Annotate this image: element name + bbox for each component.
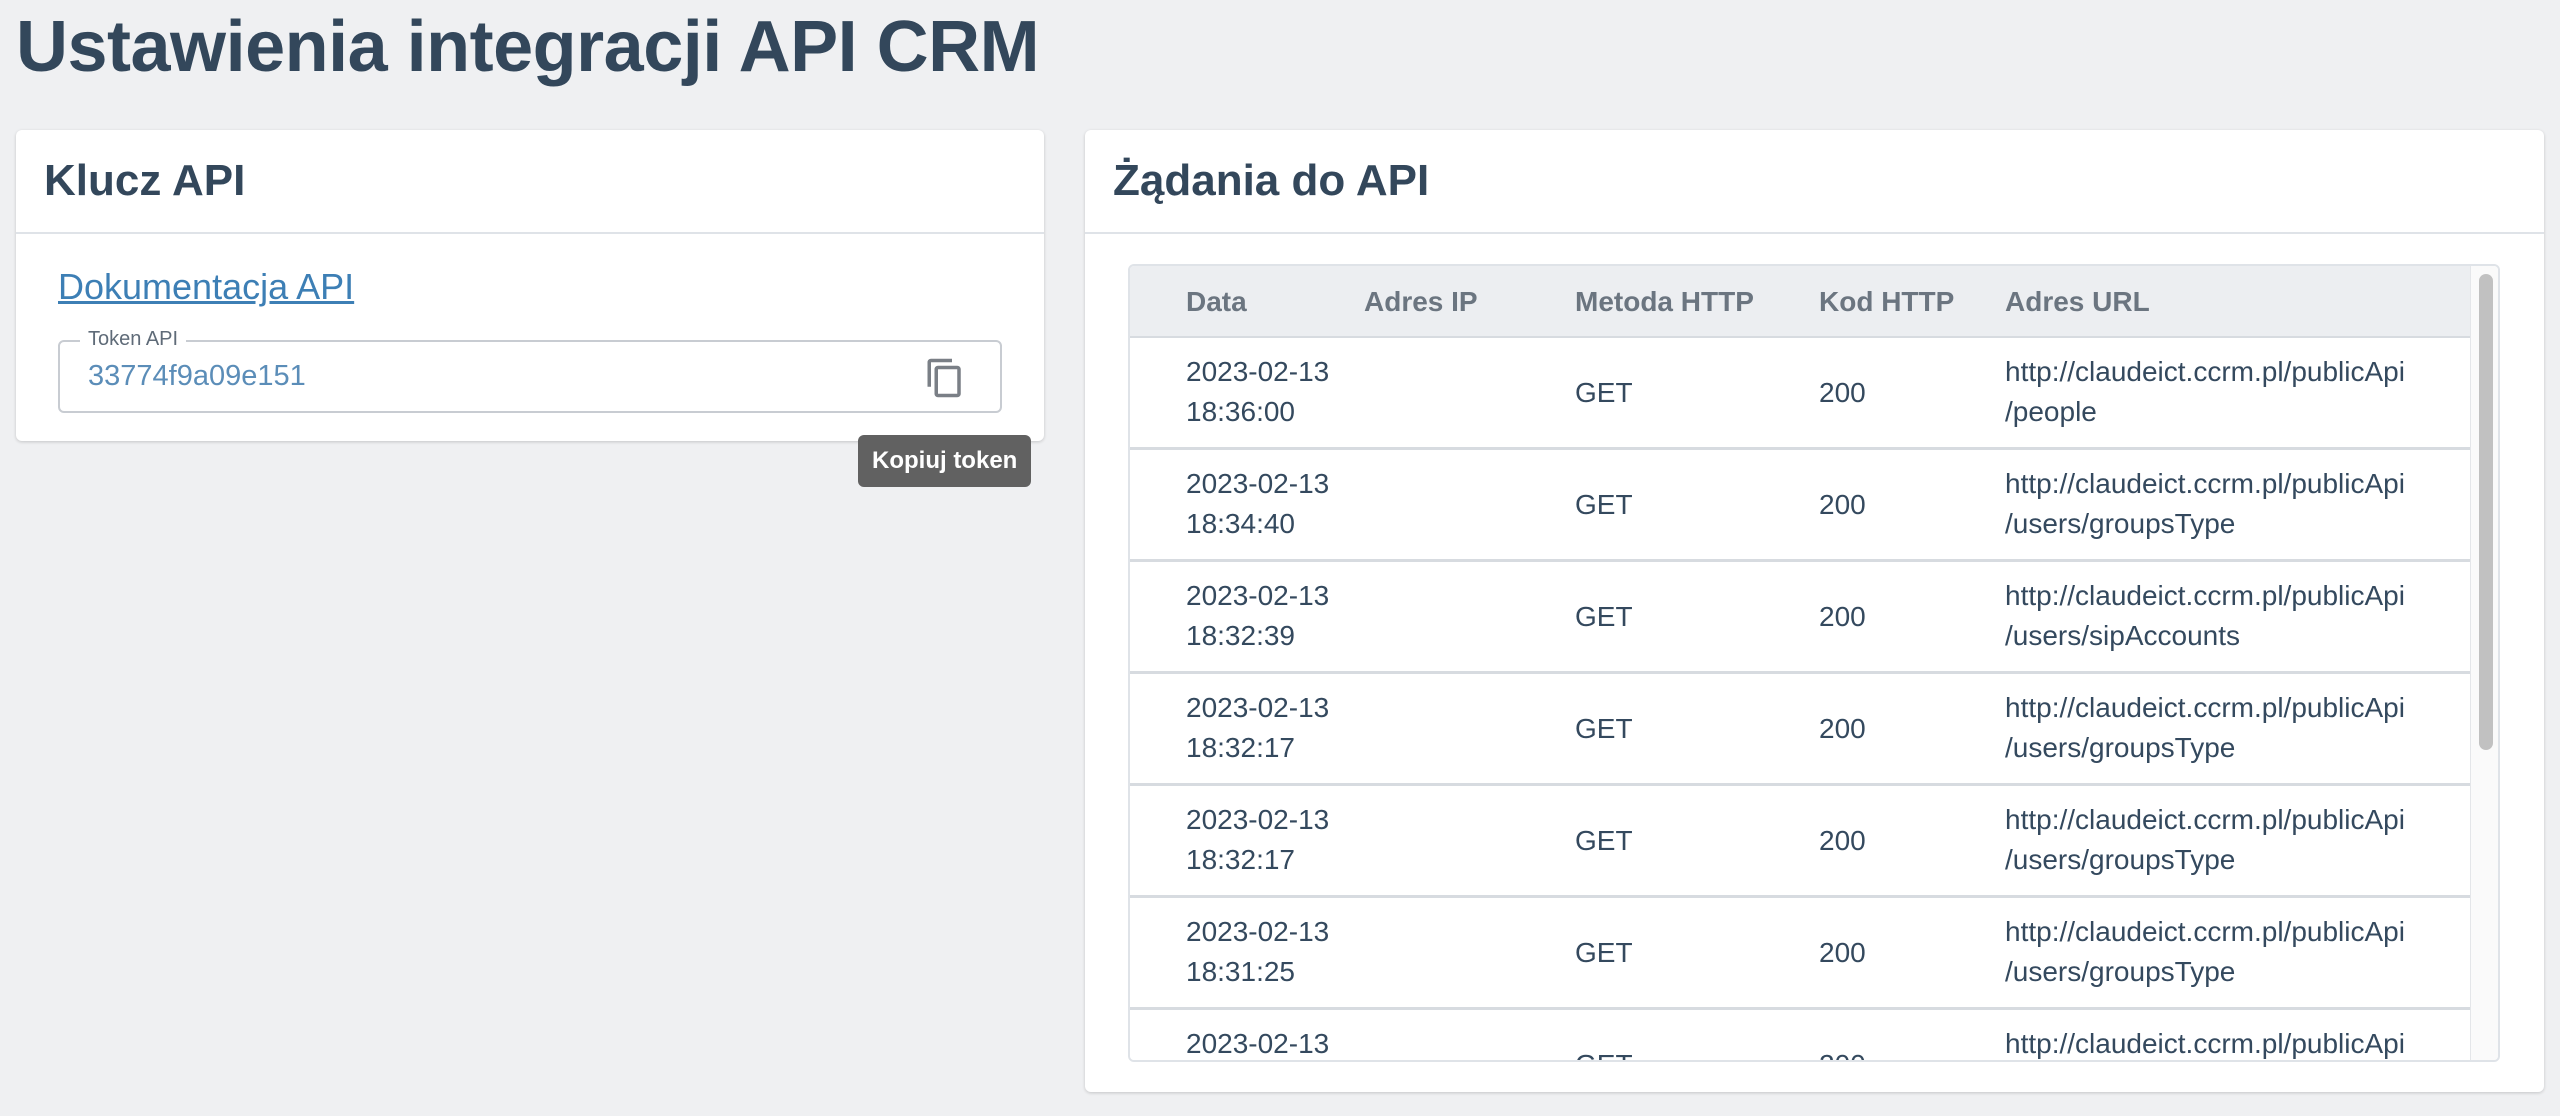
cell-code: 200 <box>1819 597 1866 637</box>
copy-icon <box>927 358 961 398</box>
cell-url: http://claudeict.ccrm.pl/publicApi/peopl… <box>2005 352 2405 432</box>
cell-date-line: 18:32:39 <box>1186 620 1295 651</box>
cell-url-line: /people <box>2005 396 2097 427</box>
cell-date: 2023-02-13 <box>1186 1024 1330 1060</box>
column-header-method[interactable]: Metoda HTTP <box>1575 286 1754 318</box>
api-token-label: Token API <box>80 328 187 351</box>
cell-method-line: GET <box>1575 1045 1633 1060</box>
cell-method: GET <box>1575 1045 1633 1060</box>
cell-method: GET <box>1575 485 1633 525</box>
table-row[interactable]: 2023-02-13 18:36:00 GET 200 http://claudeict… <box>1130 338 2470 450</box>
api-key-card-title: Klucz API <box>44 156 246 205</box>
cell-date-line: 2023-02-13 <box>1186 692 1330 723</box>
cell-date: 2023-02-13 18:32:17 <box>1186 688 1329 768</box>
cell-method-line: GET <box>1575 377 1633 408</box>
column-header-url[interactable]: Adres URL <box>2005 286 2150 318</box>
cell-date-line: 18:32:17 <box>1186 732 1295 763</box>
cell-date: 2023-02-13 18:34:40 <box>1186 464 1329 544</box>
cell-code: 200 <box>1819 1045 1866 1060</box>
cell-code: 200 <box>1819 933 1866 973</box>
cell-url-line: /users/sipAccounts <box>2005 620 2240 651</box>
cell-url-line: http://claudeict.ccrm.pl/publicApi <box>2005 356 2405 387</box>
table-row[interactable]: 2023-02-13 18:32:39 GET 200 http://claudeict… <box>1130 562 2470 674</box>
cell-code-line: 200 <box>1819 1045 1866 1060</box>
api-docs-link[interactable]: Dokumentacja API <box>58 266 354 308</box>
cell-method-line: GET <box>1575 713 1633 744</box>
cell-code: 200 <box>1819 821 1866 861</box>
cell-date-line: 18:31:25 <box>1186 956 1295 987</box>
cell-url: http://claudeict.ccrm.pl/publicApi/users… <box>2005 464 2405 544</box>
cell-method-line: GET <box>1575 601 1633 632</box>
api-key-card: Klucz API Dokumentacja API Token API 337… <box>16 130 1044 441</box>
cell-url: http://claudeict.ccrm.pl/publicApi <box>2005 1024 2405 1060</box>
cell-code-line: 200 <box>1819 937 1866 968</box>
api-key-card-header: Klucz API <box>16 130 1044 234</box>
cell-code-line: 200 <box>1819 825 1866 856</box>
cell-date-line: 2023-02-13 <box>1186 1028 1330 1059</box>
cell-url-line: /users/groupsType <box>2005 956 2236 987</box>
scrollbar-thumb[interactable] <box>2479 274 2493 750</box>
cell-url: http://claudeict.ccrm.pl/publicApi/users… <box>2005 912 2405 992</box>
cell-date: 2023-02-13 18:32:17 <box>1186 800 1329 880</box>
cell-date-line: 2023-02-13 <box>1186 916 1330 947</box>
table-row[interactable]: 2023-02-13 GET 200 http://claudeict.ccrm.pl… <box>1130 1010 2470 1060</box>
cell-code-line: 200 <box>1819 377 1866 408</box>
column-header-date[interactable]: Data <box>1186 286 1247 318</box>
cell-url: http://claudeict.ccrm.pl/publicApi/users… <box>2005 688 2405 768</box>
table-row[interactable]: 2023-02-13 18:32:17 GET 200 http://claudeict… <box>1130 786 2470 898</box>
cell-method-line: GET <box>1575 937 1633 968</box>
cell-method: GET <box>1575 597 1633 637</box>
cell-method: GET <box>1575 373 1633 413</box>
cell-code: 200 <box>1819 709 1866 749</box>
cell-url: http://claudeict.ccrm.pl/publicApi/users… <box>2005 576 2405 656</box>
column-header-ip[interactable]: Adres IP <box>1364 286 1478 318</box>
cell-date-line: 18:36:00 <box>1186 396 1295 427</box>
cell-url-line: /users/groupsType <box>2005 732 2236 763</box>
cell-method-line: GET <box>1575 489 1633 520</box>
cell-url-line: http://claudeict.ccrm.pl/publicApi <box>2005 1028 2405 1059</box>
cell-method: GET <box>1575 709 1633 749</box>
cell-date: 2023-02-13 18:31:25 <box>1186 912 1329 992</box>
table-body: 2023-02-13 18:36:00 GET 200 http://claudeict… <box>1130 338 2470 1060</box>
cell-date-line: 2023-02-13 <box>1186 580 1330 611</box>
api-token-value: 33774f9a09e151 <box>88 360 306 392</box>
api-requests-card: Żądania do API Data Adres IP Metoda HTTP… <box>1085 130 2544 1092</box>
cell-date-line: 18:34:40 <box>1186 508 1295 539</box>
cell-url-line: /users/groupsType <box>2005 844 2236 875</box>
cell-date-line: 2023-02-13 <box>1186 356 1330 387</box>
cell-code-line: 200 <box>1819 713 1866 744</box>
copy-token-tooltip: Kopiuj token <box>858 435 1032 487</box>
api-requests-card-header: Żądania do API <box>1085 130 2544 234</box>
cell-method: GET <box>1575 933 1633 973</box>
cell-code: 200 <box>1819 373 1866 413</box>
cell-url-line: http://claudeict.ccrm.pl/publicApi <box>2005 692 2405 723</box>
cell-date-line: 18:32:17 <box>1186 844 1295 875</box>
cell-url: http://claudeict.ccrm.pl/publicApi/users… <box>2005 800 2405 880</box>
table-row[interactable]: 2023-02-13 18:31:25 GET 200 http://claudeict… <box>1130 898 2470 1010</box>
table-row[interactable]: 2023-02-13 18:34:40 GET 200 http://claudeict… <box>1130 450 2470 562</box>
api-requests-table: Data Adres IP Metoda HTTP Kod HTTP Adres… <box>1128 264 2500 1062</box>
table-header-row: Data Adres IP Metoda HTTP Kod HTTP Adres… <box>1130 266 2470 338</box>
cell-url-line: /users/groupsType <box>2005 508 2236 539</box>
cell-url-line: http://claudeict.ccrm.pl/publicApi <box>2005 468 2405 499</box>
cell-date-line: 2023-02-13 <box>1186 468 1330 499</box>
column-header-code[interactable]: Kod HTTP <box>1819 286 1954 318</box>
cell-method-line: GET <box>1575 825 1633 856</box>
cell-date-line: 2023-02-13 <box>1186 804 1330 835</box>
page-title: Ustawienia integracji API CRM <box>16 7 1040 87</box>
cell-date: 2023-02-13 18:32:39 <box>1186 576 1329 656</box>
cell-method: GET <box>1575 821 1633 861</box>
table-row[interactable]: 2023-02-13 18:32:17 GET 200 http://claudeict… <box>1130 674 2470 786</box>
api-token-field[interactable]: Token API 33774f9a09e151 <box>58 328 1002 413</box>
cell-url-line: http://claudeict.ccrm.pl/publicApi <box>2005 916 2405 947</box>
copy-token-button[interactable] <box>924 356 966 400</box>
cell-code-line: 200 <box>1819 601 1866 632</box>
cell-code-line: 200 <box>1819 489 1866 520</box>
cell-code: 200 <box>1819 485 1866 525</box>
cell-url-line: http://claudeict.ccrm.pl/publicApi <box>2005 804 2405 835</box>
table-scrollbar[interactable] <box>2470 266 2498 1060</box>
cell-url-line: http://claudeict.ccrm.pl/publicApi <box>2005 580 2405 611</box>
cell-date: 2023-02-13 18:36:00 <box>1186 352 1329 432</box>
api-requests-card-title: Żądania do API <box>1113 156 1430 205</box>
